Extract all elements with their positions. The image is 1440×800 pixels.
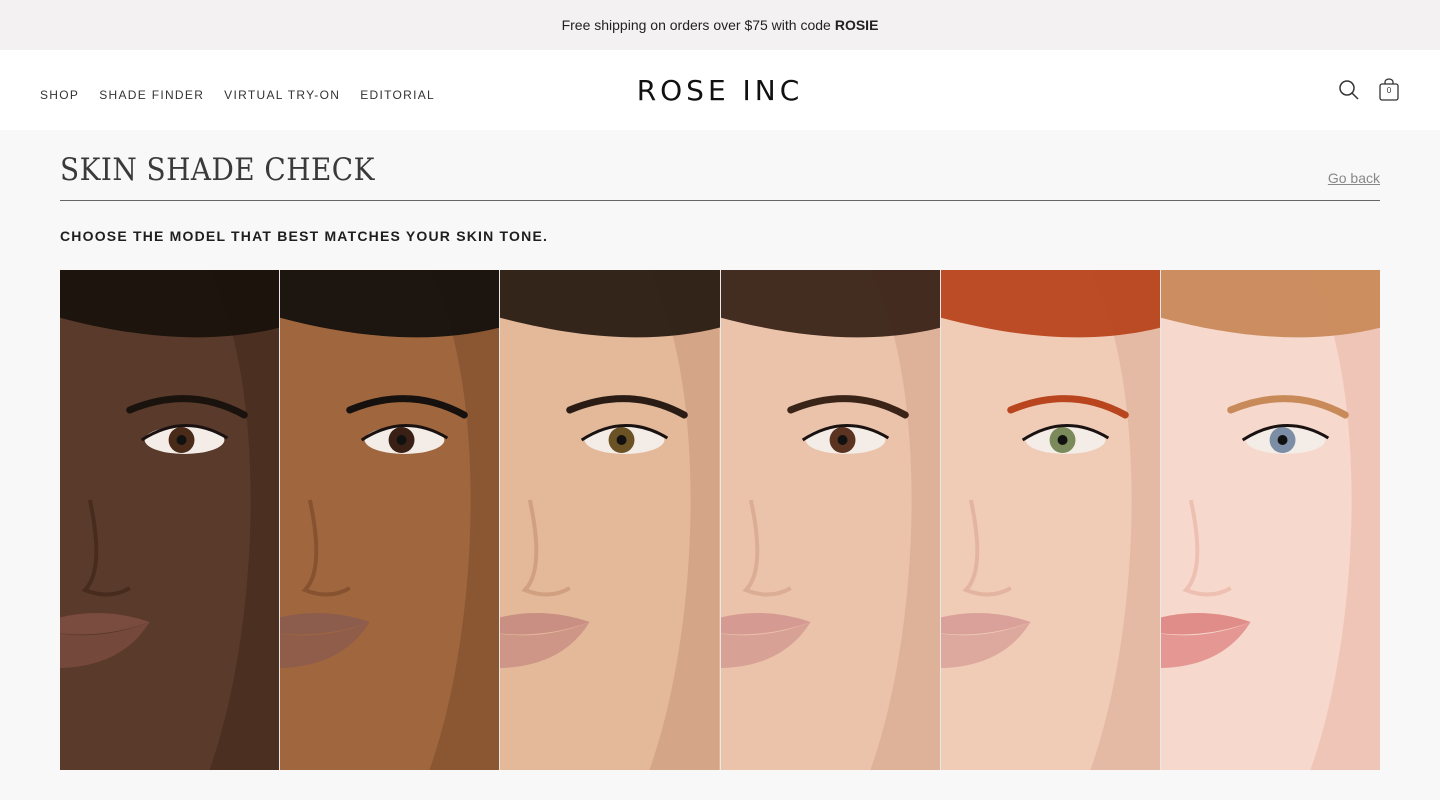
page-title: SKIN SHADE CHECK xyxy=(60,152,375,188)
header-icons: 0 xyxy=(1338,78,1400,102)
nav-item-shade-finder[interactable]: SHADE FINDER xyxy=(99,88,204,102)
bag-icon[interactable]: 0 xyxy=(1378,78,1400,102)
pupil xyxy=(1277,435,1288,445)
pupil xyxy=(176,435,187,445)
main-nav: SHOP SHADE FINDER VIRTUAL TRY-ON EDITORI… xyxy=(40,88,435,102)
model-option-1[interactable] xyxy=(60,270,281,770)
model-portrait xyxy=(280,270,500,770)
model-portrait xyxy=(720,270,940,770)
shade-check-main: SKIN SHADE CHECK Go back CHOOSE THE MODE… xyxy=(0,130,1440,770)
go-back-link[interactable]: Go back xyxy=(1328,170,1380,188)
nav-item-editorial[interactable]: EDITORIAL xyxy=(360,88,435,102)
nav-item-virtual-try-on[interactable]: VIRTUAL TRY-ON xyxy=(224,88,340,102)
promo-bar: Free shipping on orders over $75 with co… xyxy=(0,0,1440,50)
promo-text: Free shipping on orders over $75 with co… xyxy=(561,17,831,33)
promo-code: ROSIE xyxy=(834,17,879,33)
brand-logo[interactable]: ROSE INC xyxy=(637,74,804,107)
nav-item-shop[interactable]: SHOP xyxy=(40,88,79,102)
model-option-5[interactable] xyxy=(940,270,1161,770)
model-option-4[interactable] xyxy=(720,270,941,770)
model-option-6[interactable] xyxy=(1160,270,1381,770)
title-row: SKIN SHADE CHECK Go back xyxy=(60,130,1380,201)
search-icon[interactable] xyxy=(1338,78,1360,102)
site-header: SHOP SHADE FINDER VIRTUAL TRY-ON EDITORI… xyxy=(0,50,1440,130)
model-option-2[interactable] xyxy=(280,270,501,770)
model-portrait xyxy=(1160,270,1381,770)
model-option-3[interactable] xyxy=(500,270,721,770)
pupil xyxy=(1057,435,1068,445)
pupil xyxy=(837,435,848,445)
instruction-text: CHOOSE THE MODEL THAT BEST MATCHES YOUR … xyxy=(60,228,549,244)
pupil xyxy=(616,435,627,445)
pupil xyxy=(396,435,407,445)
model-portrait xyxy=(940,270,1160,770)
cart-count: 0 xyxy=(1386,86,1392,95)
model-grid xyxy=(60,270,1381,770)
model-portrait xyxy=(500,270,720,770)
model-portrait xyxy=(60,270,280,770)
